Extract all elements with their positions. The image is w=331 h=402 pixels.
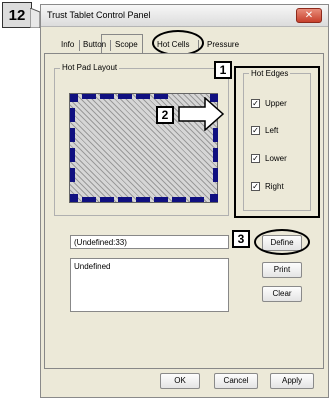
pad-corner bbox=[210, 194, 218, 202]
pad-bottom-segment bbox=[136, 197, 150, 202]
ok-button[interactable]: OK bbox=[160, 373, 200, 389]
right-arrow-icon bbox=[178, 97, 224, 131]
callout-3-number: 3 bbox=[237, 232, 245, 246]
pad-top-segment bbox=[82, 94, 96, 99]
window-title: Trust Tablet Control Panel bbox=[47, 10, 151, 20]
apply-button[interactable]: Apply bbox=[270, 373, 314, 389]
cell-list[interactable]: Undefined bbox=[70, 258, 229, 312]
cell-name-field[interactable]: (Undefined:33) bbox=[70, 235, 229, 249]
checkbox-upper[interactable]: ✓ Upper bbox=[251, 99, 287, 108]
checkbox-check-icon[interactable]: ✓ bbox=[251, 99, 260, 108]
close-icon: ✕ bbox=[304, 10, 314, 21]
tab-scope[interactable]: Scope bbox=[112, 38, 141, 53]
pad-left-segment bbox=[70, 108, 75, 122]
callout-1: 1 bbox=[214, 61, 232, 79]
hot-edges-label: Hot Edges bbox=[249, 69, 291, 78]
tab-separator bbox=[110, 40, 111, 51]
print-button[interactable]: Print bbox=[262, 262, 302, 278]
step-number: 12 bbox=[8, 6, 26, 24]
title-bar: Trust Tablet Control Panel ✕ bbox=[41, 5, 328, 27]
pad-corner bbox=[70, 94, 78, 102]
pad-left-segment bbox=[70, 148, 75, 162]
checkbox-right[interactable]: ✓ Right bbox=[251, 182, 284, 191]
callout-3: 3 bbox=[232, 230, 250, 248]
pad-bottom-segment bbox=[190, 197, 204, 202]
close-button[interactable]: ✕ bbox=[296, 8, 322, 23]
callout-2-number: 2 bbox=[161, 108, 169, 122]
checkbox-check-icon[interactable]: ✓ bbox=[251, 126, 260, 135]
pad-top-segment bbox=[136, 94, 150, 99]
checkbox-right-label: Right bbox=[265, 182, 284, 191]
checkbox-left-label: Left bbox=[265, 126, 279, 135]
define-button-highlight bbox=[254, 229, 310, 255]
checkbox-lower-label: Lower bbox=[265, 154, 287, 163]
pad-top-segment bbox=[154, 94, 168, 99]
step-number-badge: 12 bbox=[2, 2, 32, 28]
pad-bottom-segment bbox=[172, 197, 186, 202]
pad-right-segment bbox=[213, 168, 218, 182]
checkbox-check-icon[interactable]: ✓ bbox=[251, 154, 260, 163]
pad-bottom-segment bbox=[100, 197, 114, 202]
pad-bottom-segment bbox=[118, 197, 132, 202]
tab-button[interactable]: Button bbox=[80, 38, 109, 53]
callout-1-number: 1 bbox=[219, 63, 227, 77]
cancel-button[interactable]: Cancel bbox=[214, 373, 258, 389]
checkbox-check-icon[interactable]: ✓ bbox=[251, 182, 260, 191]
list-item[interactable]: Undefined bbox=[74, 262, 225, 271]
tab-info[interactable]: Info bbox=[58, 38, 77, 53]
pad-left-segment bbox=[70, 128, 75, 142]
checkbox-left[interactable]: ✓ Left bbox=[251, 126, 278, 135]
hot-pad-layout-label: Hot Pad Layout bbox=[60, 63, 120, 72]
checkbox-upper-label: Upper bbox=[265, 99, 287, 108]
tab-pressure[interactable]: Pressure bbox=[204, 38, 242, 53]
step-tab-marker bbox=[30, 8, 40, 28]
checkbox-lower[interactable]: ✓ Lower bbox=[251, 154, 287, 163]
pad-bottom-segment bbox=[82, 197, 96, 202]
pad-top-segment bbox=[100, 94, 114, 99]
pad-top-segment bbox=[118, 94, 132, 99]
pad-bottom-segment bbox=[154, 197, 168, 202]
pad-right-segment bbox=[213, 148, 218, 162]
callout-2: 2 bbox=[156, 106, 174, 124]
pad-corner bbox=[70, 194, 78, 202]
pad-left-segment bbox=[70, 168, 75, 182]
clear-button[interactable]: Clear bbox=[262, 286, 302, 302]
